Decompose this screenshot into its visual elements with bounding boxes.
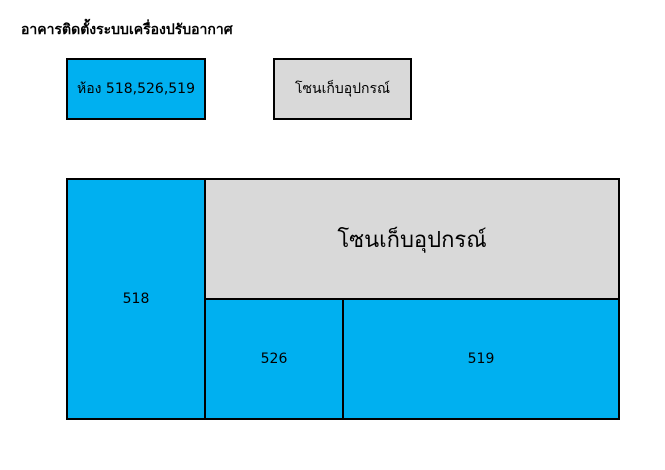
room-518: 518 [68,180,206,418]
legend-rooms-box: ห้อง 518,526,519 [66,58,206,120]
legend-rooms-label: ห้อง 518,526,519 [77,81,195,97]
room-526-label: 526 [260,351,288,367]
room-518-label: 518 [122,291,150,307]
page-title: อาคารติดตั้งระบบเครื่องปรับอากาศ [21,22,233,38]
legend-storage-box: โซนเก็บอุปกรณ์ [273,58,412,120]
storage-zone-label: โซนเก็บอุปกรณ์ [337,227,487,253]
storage-zone: โซนเก็บอุปกรณ์ [206,180,618,300]
room-526: 526 [206,300,344,418]
legend-storage-label: โซนเก็บอุปกรณ์ [294,81,391,97]
room-519-label: 519 [467,351,495,367]
building-plan: 518 โซนเก็บอุปกรณ์ 526 519 [66,178,620,420]
room-519: 519 [344,300,618,418]
floor-plan-page: อาคารติดตั้งระบบเครื่องปรับอากาศ ห้อง 51… [0,0,665,470]
